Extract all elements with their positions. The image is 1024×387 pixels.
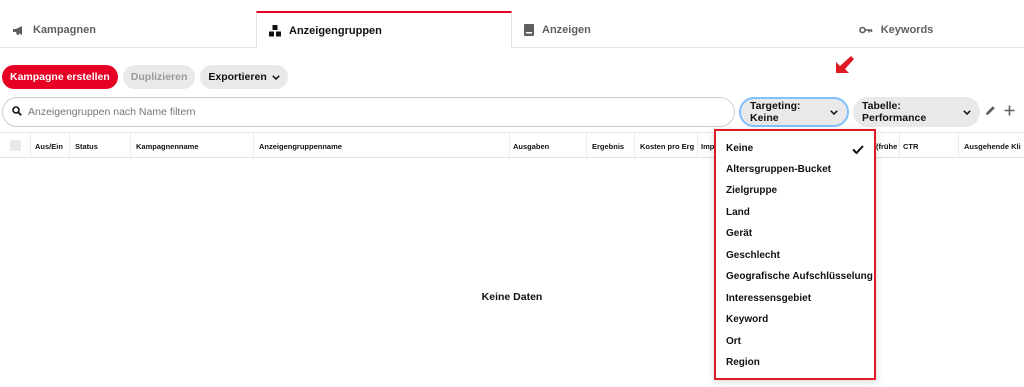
tab-anzeigengruppen[interactable]: Anzeigengruppen <box>256 11 512 48</box>
search-placeholder: Anzeigengruppen nach Name filtern <box>28 106 196 118</box>
tab-label: Kampagnen <box>33 24 96 36</box>
select-all-checkbox[interactable] <box>10 140 21 151</box>
tab-label: Keywords <box>880 24 934 36</box>
ad-icon <box>524 24 534 36</box>
tab-kampagnen[interactable]: Kampagnen <box>0 12 256 48</box>
column-header[interactable]: Aus/Ein <box>35 142 63 151</box>
export-button[interactable]: Exportieren <box>200 65 288 89</box>
key-icon <box>858 26 873 34</box>
column-header[interactable]: CTR <box>903 142 918 151</box>
tab-anzeigen[interactable]: Anzeigen <box>512 12 768 48</box>
search-field[interactable]: Anzeigengruppen nach Name filtern <box>2 97 735 127</box>
red-arrow-icon <box>831 54 855 89</box>
menu-item-keine[interactable]: Keine <box>726 143 753 154</box>
menu-item-geraet[interactable]: Gerät <box>726 228 752 239</box>
checkmark-icon <box>852 141 864 159</box>
tab-label: Anzeigengruppen <box>289 24 382 37</box>
menu-item-altersgruppen-bucket[interactable]: Altersgruppen-Bucket <box>726 164 831 175</box>
tab-bar: Kampagnen Anzeigengruppen Anzeigen Keywo… <box>0 11 1024 48</box>
column-header[interactable]: Ergebnis <box>592 142 624 151</box>
menu-item-zielgruppe[interactable]: Zielgruppe <box>726 185 777 196</box>
tab-label: Anzeigen <box>542 24 591 36</box>
menu-item-interessensgebiet[interactable]: Interessensgebiet <box>726 293 811 304</box>
menu-item-ort[interactable]: Ort <box>726 336 741 347</box>
column-header[interactable]: Kampagnenname <box>136 142 199 151</box>
column-header[interactable]: Status <box>75 142 98 151</box>
table-view-dropdown-button[interactable]: Tabelle: Performance <box>853 97 980 127</box>
column-header[interactable]: Kosten pro Erge <box>640 142 694 151</box>
action-toolbar: Kampagne erstellen Duplizieren Exportier… <box>2 65 288 89</box>
column-header[interactable]: Imp <box>701 142 714 151</box>
targeting-dropdown-button[interactable]: Targeting: Keine <box>739 97 849 127</box>
targeting-label: Targeting: Keine <box>750 100 801 124</box>
search-icon <box>12 105 22 119</box>
menu-item-region[interactable]: Region <box>726 357 760 368</box>
column-header[interactable]: Ausgaben <box>513 142 549 151</box>
duplicate-button[interactable]: Duplizieren <box>122 65 196 89</box>
plus-icon[interactable] <box>1004 103 1015 121</box>
chevron-down-icon <box>963 106 971 118</box>
chevron-down-icon <box>272 71 280 83</box>
pencil-icon[interactable] <box>985 103 996 121</box>
export-label: Exportieren <box>208 71 267 83</box>
table-view-label: Tabelle: Performance <box>862 100 927 124</box>
create-campaign-button[interactable]: Kampagne erstellen <box>2 65 118 89</box>
chevron-down-icon <box>830 106 838 118</box>
adgroup-icon <box>269 24 281 37</box>
column-header[interactable]: Ausgehende Kli <box>964 142 1024 151</box>
column-header[interactable]: (frühe <box>876 142 898 151</box>
menu-item-geschlecht[interactable]: Geschlecht <box>726 250 780 261</box>
menu-item-keyword[interactable]: Keyword <box>726 314 768 325</box>
targeting-dropdown-menu: Keine Altersgruppen-Bucket Zielgruppe La… <box>714 129 876 380</box>
tab-keywords[interactable]: Keywords <box>768 12 1024 48</box>
column-header[interactable]: Anzeigengruppenname <box>259 142 342 151</box>
menu-item-land[interactable]: Land <box>726 207 750 218</box>
megaphone-icon <box>12 25 25 36</box>
menu-item-geografische-aufschluesselung[interactable]: Geografische Aufschlüsselung <box>726 271 873 282</box>
